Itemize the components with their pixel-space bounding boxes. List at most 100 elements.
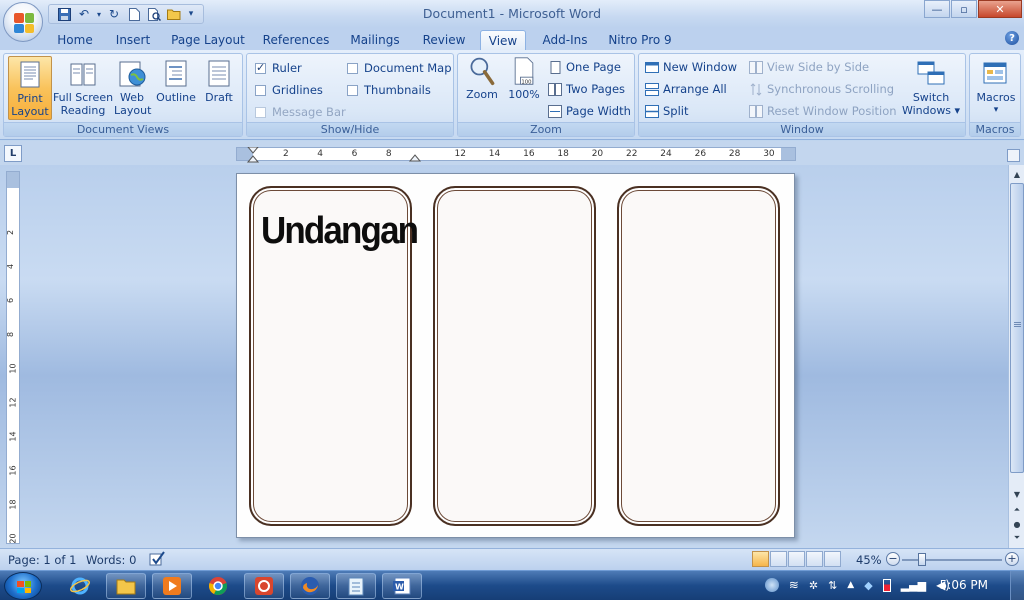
zoom-level[interactable]: 45%	[856, 553, 882, 567]
ruler-row: L 2 4 6 8 12 14 16 18 20 22 24 26 28 30	[0, 141, 1024, 165]
zoom-slider-knob[interactable]	[918, 553, 926, 566]
dropbox-icon[interactable]: ◆	[864, 579, 872, 592]
battery-icon[interactable]	[882, 578, 891, 592]
tab-mailings[interactable]: Mailings	[344, 30, 406, 50]
help-icon[interactable]: ?	[1005, 31, 1019, 45]
document-page[interactable]: Undangan	[236, 173, 795, 538]
macros-button[interactable]: Macros ▾	[973, 56, 1019, 120]
app-launcher-icon[interactable]	[244, 573, 284, 599]
tab-review[interactable]: Review	[416, 30, 472, 50]
horizontal-ruler[interactable]: 2 4 6 8 12 14 16 18 20 22 24 26 28 30	[236, 147, 796, 163]
reset-window-position-label: Reset Window Position	[767, 104, 897, 118]
show-desktop-button[interactable]	[1010, 571, 1024, 600]
switch-windows-icon	[917, 61, 945, 85]
full-screen-view-icon[interactable]	[770, 551, 787, 567]
invitation-panel-1[interactable]: Undangan	[249, 186, 419, 526]
office-button[interactable]	[3, 2, 43, 42]
thumbnails-checkbox-row[interactable]: Thumbnails	[347, 83, 431, 97]
page-width-button[interactable]: Page Width	[548, 104, 631, 118]
draft-label: Draft	[205, 91, 233, 104]
tray-app-icon[interactable]: ⇅	[828, 579, 837, 592]
zoom-slider[interactable]	[902, 559, 1002, 561]
ruler-checkbox-row[interactable]: Ruler	[255, 61, 302, 75]
right-indent-marker[interactable]	[409, 150, 421, 162]
outline-view-icon[interactable]	[806, 551, 823, 567]
one-page-button[interactable]: One Page	[548, 60, 621, 74]
vertical-ruler-number: 4	[6, 263, 16, 270]
wifi-icon[interactable]: ≋	[789, 578, 799, 592]
network-globe-icon[interactable]	[764, 578, 779, 592]
signal-strength-icon[interactable]: ▂▄▆	[901, 579, 926, 592]
minimize-button[interactable]: —	[924, 0, 950, 18]
first-line-indent-marker[interactable]	[247, 147, 259, 163]
proofing-icon[interactable]	[148, 551, 166, 570]
close-button[interactable]: ✕	[978, 0, 1022, 18]
vertical-ruler-number: 18	[8, 499, 18, 510]
split-button[interactable]: Split	[645, 104, 689, 118]
firefox-icon[interactable]	[290, 573, 330, 599]
tab-home[interactable]: Home	[50, 30, 100, 50]
synchronous-scrolling-label: Synchronous Scrolling	[767, 82, 895, 96]
thumbnails-checkbox[interactable]	[347, 84, 358, 96]
notepad-icon[interactable]	[336, 573, 376, 599]
tab-selector[interactable]: L	[4, 145, 22, 162]
two-pages-button[interactable]: Two Pages	[548, 82, 625, 96]
view-ruler-icon[interactable]	[1007, 149, 1020, 162]
outline-button[interactable]: Outline	[154, 56, 198, 120]
vertical-ruler[interactable]: 2 4 6 8 10 12 14 16 18 20	[6, 171, 20, 544]
start-button[interactable]	[4, 572, 42, 600]
switch-windows-button[interactable]: Switch Windows ▾	[901, 56, 961, 120]
scroll-thumb[interactable]	[1010, 183, 1024, 473]
ruler-number: 28	[728, 149, 741, 159]
tab-view[interactable]: View	[480, 30, 526, 50]
panel-title[interactable]: Undangan	[261, 210, 419, 253]
full-screen-reading-button[interactable]: Full Screen Reading	[52, 56, 114, 120]
file-explorer-icon[interactable]	[106, 573, 146, 599]
chrome-icon[interactable]	[198, 573, 238, 599]
clock[interactable]: 5:06 PM	[940, 578, 988, 592]
vertical-ruler-number: 16	[8, 465, 18, 476]
print-layout-button[interactable]: Print Layout	[8, 56, 52, 120]
draft-view-icon[interactable]	[824, 551, 841, 567]
group-document-views: Print Layout Full Screen Reading Web Lay…	[3, 53, 243, 137]
media-player-icon[interactable]	[152, 573, 192, 599]
tab-references[interactable]: References	[258, 30, 334, 50]
document-map-checkbox[interactable]	[347, 62, 358, 74]
zoom-in-button[interactable]: +	[1005, 552, 1019, 566]
arrange-all-button[interactable]: Arrange All	[645, 82, 727, 96]
maximize-button[interactable]: ▫	[951, 0, 977, 18]
print-layout-view-icon[interactable]	[752, 551, 769, 567]
internet-explorer-icon[interactable]	[60, 573, 100, 599]
tab-insert[interactable]: Insert	[108, 30, 158, 50]
browse-object-icon[interactable]: ●	[1010, 517, 1024, 531]
zoom-100-button[interactable]: 100 100%	[504, 56, 544, 120]
tab-page-layout[interactable]: Page Layout	[168, 30, 248, 50]
page-count[interactable]: Page: 1 of 1	[8, 553, 76, 567]
web-layout-button[interactable]: Web Layout	[114, 56, 151, 120]
vertical-scrollbar[interactable]: ▲ ▼ ⏶ ● ⏷	[1008, 165, 1024, 548]
document-map-checkbox-row[interactable]: Document Map	[347, 61, 452, 75]
scroll-up-arrow[interactable]: ▲	[1010, 167, 1024, 181]
invitation-panel-3[interactable]	[617, 186, 780, 526]
next-page-icon[interactable]: ⏷	[1010, 531, 1024, 545]
gridlines-checkbox-row[interactable]: Gridlines	[255, 83, 323, 97]
bluetooth-icon[interactable]: ✲	[809, 579, 818, 592]
scroll-down-arrow[interactable]: ▼	[1010, 487, 1024, 501]
ruler-number: 22	[626, 149, 638, 159]
tab-nitro-pro[interactable]: Nitro Pro 9	[604, 30, 676, 50]
zoom-label: Zoom	[466, 88, 498, 101]
draft-button[interactable]: Draft	[200, 56, 238, 120]
ruler-checkbox[interactable]	[255, 61, 266, 74]
word-count[interactable]: Words: 0	[86, 553, 136, 567]
group-show-hide: Ruler Gridlines Message Bar Document Map…	[246, 53, 454, 137]
web-layout-view-icon[interactable]	[788, 551, 805, 567]
zoom-out-button[interactable]: −	[886, 552, 900, 566]
previous-page-icon[interactable]: ⏶	[1010, 503, 1024, 517]
show-hidden-icons[interactable]: ▲	[847, 580, 854, 590]
zoom-button[interactable]: Zoom	[462, 56, 502, 120]
gridlines-checkbox[interactable]	[255, 84, 266, 96]
invitation-panel-2[interactable]	[433, 186, 596, 526]
microsoft-word-taskbar-icon[interactable]: W	[382, 573, 422, 599]
tab-add-ins[interactable]: Add-Ins	[536, 30, 594, 50]
new-window-button[interactable]: New Window	[645, 60, 737, 74]
